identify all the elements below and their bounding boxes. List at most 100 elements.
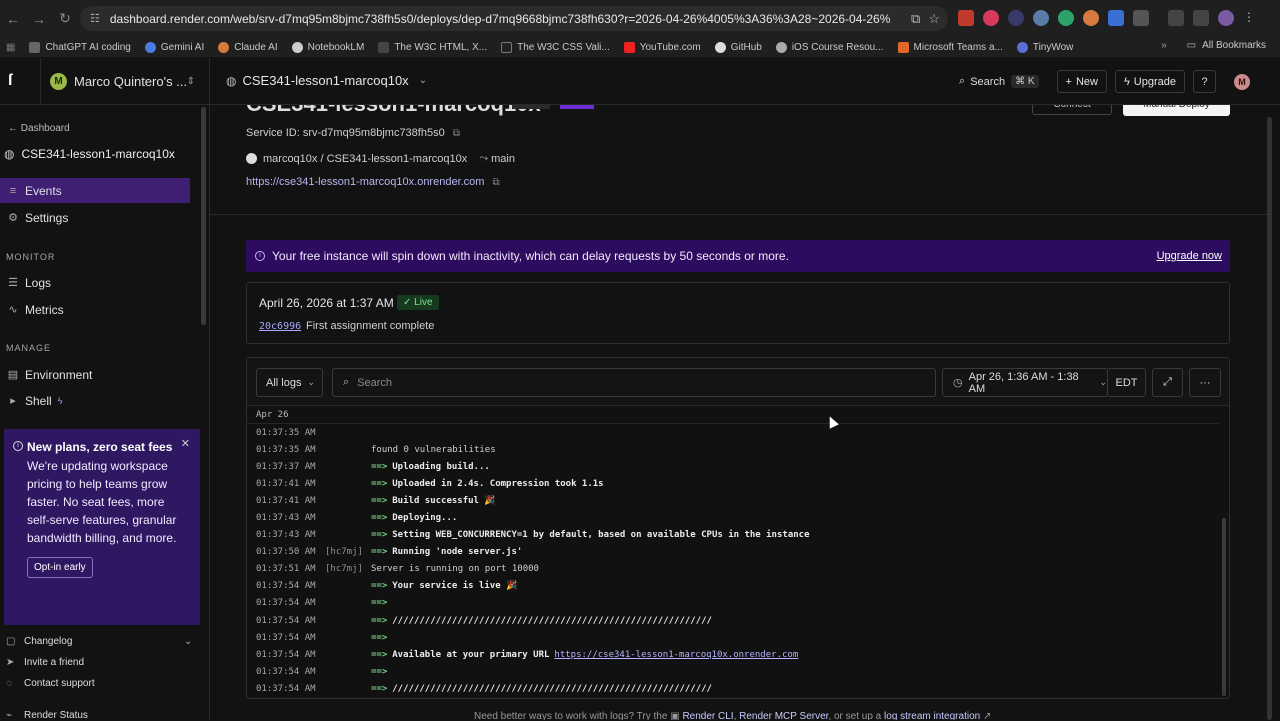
commit-hash-link[interactable]: 20c6996 [259,321,301,332]
repo-link[interactable]: marcoq10x / CSE341-lesson1-marcoq10x [263,153,467,165]
log-filter-select[interactable]: All logs ⌄ [256,368,323,397]
bookmark-item[interactable]: GitHub [714,41,762,53]
bookmark-item[interactable]: Microsoft Teams a... [897,41,1003,53]
bookmark-item[interactable]: Gemini AI [144,41,204,53]
upgrade-now-link[interactable]: Upgrade now [1157,250,1222,262]
copy-icon[interactable]: ⧉ [453,128,460,139]
extension-icon[interactable] [1008,10,1024,26]
log-search-input[interactable]: ⌕ Search [332,368,936,397]
claude-icon [218,41,230,53]
chevron-right-icon[interactable]: » [1161,40,1167,51]
extension-icon[interactable] [1033,10,1049,26]
extension-icon[interactable] [1058,10,1074,26]
sidebar-item-environment[interactable]: ▤ Environment [0,362,190,387]
status-icon: ⌁ [6,710,13,721]
changelog-link[interactable]: ▢ Changelog [6,636,72,647]
site-info-icon[interactable]: ☷ [90,12,100,25]
address-bar[interactable]: ☷ dashboard.render.com/web/srv-d7mq95m8b… [80,6,948,31]
help-button[interactable]: ? [1193,70,1216,93]
render-mcp-link[interactable]: Render MCP Server [739,711,828,720]
bookmark-item[interactable]: The W3C CSS Vali... [501,41,610,53]
extension-icon[interactable] [1108,10,1124,26]
profile-icon[interactable] [1218,10,1234,26]
back-arrow-icon[interactable]: ← [0,11,26,27]
manual-deploy-button[interactable]: Manual Deploy [1123,105,1230,116]
download-icon[interactable] [1193,10,1209,26]
log-timestamp: 01:37:54 AM [256,615,316,626]
time-range-picker[interactable]: ◷ Apr 26, 1:36 AM - 1:38 AM ⌄ [942,368,1108,397]
log-arrow: ==> [371,615,388,626]
main-scrollbar[interactable] [1267,117,1272,720]
copy-icon[interactable]: ⧉ [492,177,499,188]
bookmark-item[interactable]: The W3C HTML, X... [378,41,488,53]
extension-icon[interactable] [958,10,974,26]
sidebar-scrollbar[interactable] [201,107,206,325]
logs-panel: All logs ⌄ ⌕ Search ◷ Apr 26, 1:36 AM - 1:3… [246,357,1230,699]
address-url[interactable]: dashboard.render.com/web/srv-d7mq95m8bjm… [110,12,890,26]
log-arrow: ==> [371,547,388,558]
log-arrow: ==> [371,598,388,609]
user-avatar[interactable]: M [1234,73,1250,90]
render-cli-link[interactable]: Render CLI [682,711,733,720]
connect-button[interactable]: Connect [1032,105,1112,115]
invite-label: Invite a friend [24,657,85,668]
sidebar-item-metrics[interactable]: ∿ Metrics [0,297,190,322]
more-options-button[interactable]: ··· [1189,368,1221,397]
logs-scrollbar[interactable] [1222,518,1226,696]
bookmark-label: Claude AI [234,41,278,53]
back-to-dashboard[interactable]: ← Dashboard [8,123,70,134]
all-bookmarks[interactable]: » ▭ All Bookmarks [1161,40,1266,51]
service-id-value: srv-d7mq95m8bjmc738fh5s0 [302,127,445,139]
log-timestamp: 01:37:54 AM [256,649,316,660]
render-logo-icon[interactable]: ſ [8,73,22,89]
bookmark-label: The W3C HTML, X... [394,41,488,53]
bookmark-item[interactable]: NotebookLM [291,41,364,53]
bookmark-item[interactable]: Claude AI [218,41,278,53]
banner-text: Your free instance will spin down with i… [272,249,789,263]
log-url-link[interactable]: https://cse341-lesson1-marcoq10x.onrende… [554,650,798,660]
sidebar-item-settings[interactable]: ⚙ Settings [0,205,190,230]
log-stream-link[interactable]: log stream integration [884,711,980,720]
expand-button[interactable]: ⤢ [1152,368,1183,397]
log-timestamp: 01:37:35 AM [256,427,316,438]
extension-icon[interactable] [1083,10,1099,26]
sidebar-item-logs[interactable]: ☰ Logs [0,270,190,295]
invite-link[interactable]: ➤ Invite a friend [6,657,84,668]
log-message: Deploying... [392,513,458,524]
chevron-down-icon[interactable]: ⌄ [184,636,192,647]
sidebar-item-shell[interactable]: ▸ Shell ϟ [0,388,190,413]
new-button[interactable]: + New [1056,70,1107,93]
global-search[interactable]: ⌕ Search ⌘ K [959,75,1039,88]
reload-icon[interactable]: ↻ [52,10,78,27]
workspace-switcher[interactable]: M Marco Quintero's ... ⇕ [40,58,210,105]
sidebar-item-events[interactable]: ≡ Events [0,178,190,203]
extensions-puzzle-icon[interactable] [1133,10,1149,26]
extension-icon[interactable] [983,10,999,26]
upgrade-button[interactable]: ϟ Upgrade [1114,70,1185,93]
log-lines: 01:37:35 AM 01:37:35 AM found 0 vulnerabil… [256,424,1216,698]
opt-in-button[interactable]: Opt-in early [27,557,93,578]
sidepanel-icon[interactable] [1168,10,1184,26]
service-url-link[interactable]: https://cse341-lesson1-marcoq10x.onrende… [246,176,484,188]
sidebar-item-label: Settings [25,210,69,225]
render-status-link[interactable]: ⌁ Render Status [6,710,88,721]
bookmark-star-icon[interactable]: ☆ [928,11,940,27]
bookmark-item[interactable]: TinyWow [1016,41,1073,53]
bookmark-item[interactable]: iOS Course Resou... [775,41,884,53]
bookmark-item[interactable]: YouTube.com [623,41,701,53]
tinywow-icon [1016,41,1028,53]
forward-arrow-icon[interactable]: → [26,11,52,27]
log-search-placeholder: Search [357,376,393,389]
service-id-row: Service ID: srv-d7mq95m8bjmc738fh5s0 ⧉ [246,127,460,139]
close-icon[interactable]: ✕ [181,437,190,450]
apps-grid-icon[interactable]: ▦ [6,42,15,53]
service-switcher[interactable]: ◍ CSE341-lesson1-marcoq10x ⌄ [226,73,427,88]
bookmark-item[interactable]: ChatGPT AI coding [29,41,131,53]
timezone-toggle[interactable]: EDT [1108,368,1146,397]
install-app-icon[interactable]: ⧉ [911,11,920,27]
log-line: 01:37:54 AM ==> [256,595,1216,612]
bookmarks-bar: ▦ ChatGPT AI coding Gemini AI Claude AI … [0,37,1280,57]
contact-support-link[interactable]: ◌ Contact support [6,678,95,689]
menu-kebab-icon[interactable]: ⋮ [1243,10,1259,26]
log-line: 01:37:54 AM ==> [256,663,1216,680]
